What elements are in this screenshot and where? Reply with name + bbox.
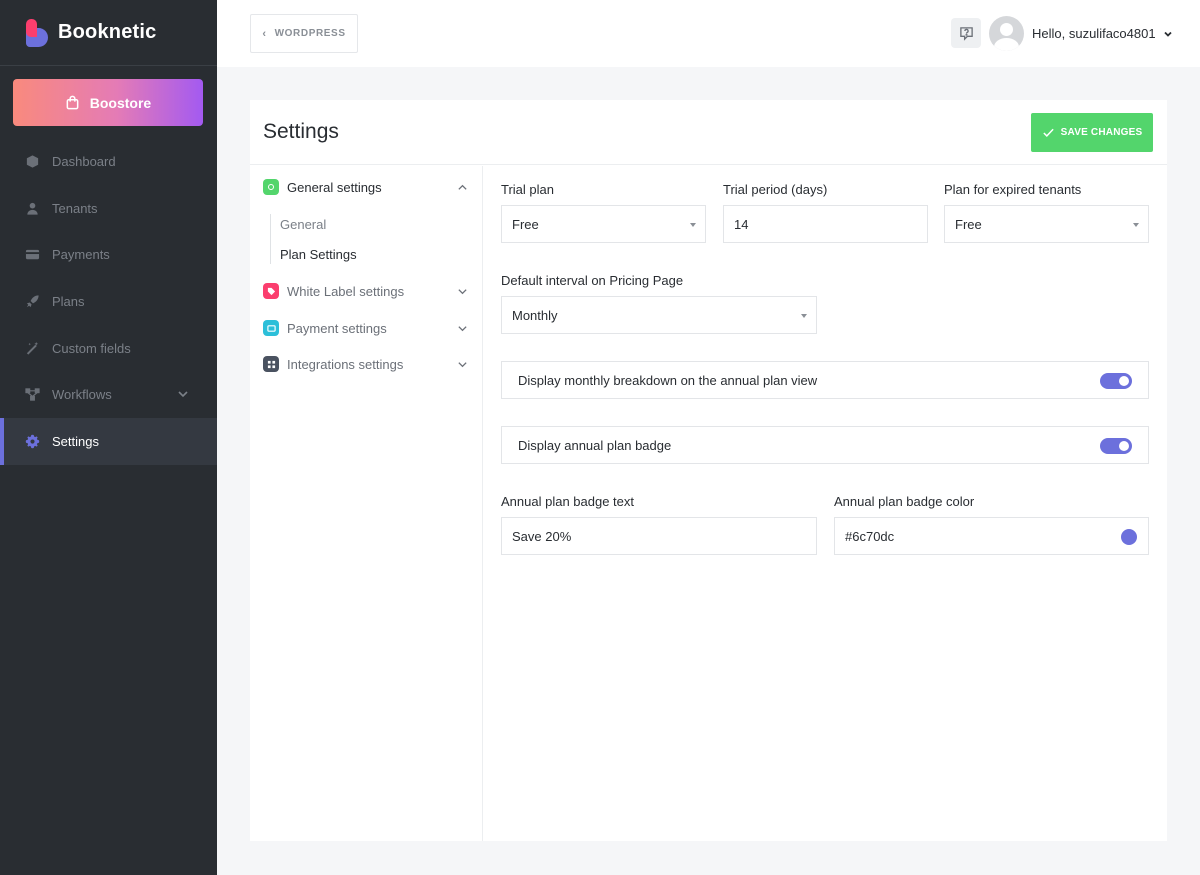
boostore-button[interactable]: Boostore bbox=[13, 79, 203, 126]
credit-card-icon bbox=[25, 250, 40, 260]
sidebar-item-custom-fields[interactable]: Custom fields bbox=[0, 325, 217, 372]
monthly-breakdown-label: Display monthly breakdown on the annual … bbox=[518, 372, 818, 388]
back-to-wordpress-label: WORDPRESS bbox=[274, 28, 346, 39]
sidebar-item-dashboard[interactable]: Dashboard bbox=[0, 138, 217, 185]
brand-name: Booknetic bbox=[58, 21, 157, 43]
sidebar-item-label: Plans bbox=[52, 293, 85, 309]
chevron-down-icon bbox=[1163, 31, 1172, 37]
sidebar-item-label: Dashboard bbox=[52, 153, 116, 169]
monthly-breakdown-toggle[interactable] bbox=[1100, 373, 1132, 389]
submenu-general[interactable]: General bbox=[280, 217, 326, 232]
menu-item-label: Payment settings bbox=[287, 320, 387, 336]
wallet-icon bbox=[263, 320, 279, 336]
save-changes-label: SAVE CHANGES bbox=[1060, 127, 1143, 138]
chevron-up-icon[interactable] bbox=[457, 182, 468, 193]
sidebar-nav: Dashboard Tenants Payments Plans Custom … bbox=[0, 138, 217, 465]
trial-plan-value: Free bbox=[512, 216, 539, 232]
badge-color-label: Annual plan badge color bbox=[834, 494, 975, 509]
menu-payment-settings[interactable]: Payment settings bbox=[263, 320, 468, 336]
user-icon bbox=[27, 202, 38, 215]
expired-plan-value: Free bbox=[955, 216, 982, 232]
sidebar-item-label: Custom fields bbox=[52, 340, 131, 356]
chevron-left-icon: ‹ bbox=[262, 27, 267, 40]
booknetic-logo-icon bbox=[26, 18, 48, 47]
sidebar-item-tenants[interactable]: Tenants bbox=[0, 185, 217, 232]
gear-icon bbox=[263, 179, 279, 195]
sidebar-item-payments[interactable]: Payments bbox=[0, 231, 217, 278]
expired-plan-label: Plan for expired tenants bbox=[944, 182, 1082, 197]
default-interval-value: Monthly bbox=[512, 307, 558, 323]
trial-period-label: Trial period (days) bbox=[723, 182, 828, 197]
sidebar-item-settings[interactable]: Settings bbox=[0, 418, 217, 465]
monthly-breakdown-row: Display monthly breakdown on the annual … bbox=[501, 361, 1149, 399]
menu-item-label: White Label settings bbox=[287, 283, 405, 299]
trial-plan-label: Trial plan bbox=[501, 182, 554, 197]
menu-integrations-settings[interactable]: Integrations settings bbox=[263, 356, 468, 372]
badge-color-value: #6c70dc bbox=[845, 528, 895, 544]
settings-header: Settings SAVE CHANGES bbox=[250, 100, 1167, 165]
trial-plan-select[interactable]: Free bbox=[501, 205, 706, 243]
sidebar-item-workflows[interactable]: Workflows bbox=[0, 371, 217, 418]
brand[interactable]: Booknetic bbox=[0, 0, 217, 66]
dropdown-arrow-icon bbox=[801, 314, 807, 318]
topbar: ‹ WORDPRESS Hello, suzulifaco4801 bbox=[217, 0, 1200, 67]
trial-period-input[interactable]: 14 bbox=[723, 205, 928, 243]
submenu-plan-settings[interactable]: Plan Settings bbox=[280, 247, 357, 262]
sidebar-item-plans[interactable]: Plans bbox=[0, 278, 217, 325]
save-changes-button[interactable]: SAVE CHANGES bbox=[1031, 113, 1153, 152]
dropdown-arrow-icon bbox=[1133, 223, 1139, 227]
tag-icon bbox=[263, 283, 279, 299]
page-title: Settings bbox=[263, 120, 339, 143]
submenu-line bbox=[270, 214, 271, 264]
sidebar-item-label: Workflows bbox=[52, 387, 112, 403]
color-swatch[interactable] bbox=[1121, 529, 1137, 545]
user-menu[interactable]: Hello, suzulifaco4801 bbox=[1032, 26, 1173, 41]
trial-period-value: 14 bbox=[734, 216, 749, 232]
chevron-down-icon[interactable] bbox=[457, 359, 468, 370]
boostore-label: Boostore bbox=[89, 94, 152, 111]
chevron-down-icon[interactable] bbox=[457, 286, 468, 297]
menu-white-label-settings[interactable]: White Label settings bbox=[263, 283, 468, 299]
check-icon bbox=[1042, 128, 1054, 138]
sidebar-item-label: Payments bbox=[52, 247, 110, 263]
workflow-icon bbox=[25, 388, 40, 401]
magic-wand-icon bbox=[26, 341, 39, 355]
shopping-bag-icon bbox=[66, 95, 79, 110]
settings-menu: General settings General Plan Settings W… bbox=[250, 166, 483, 841]
expired-plan-select[interactable]: Free bbox=[944, 205, 1149, 243]
badge-text-input[interactable]: Save 20% bbox=[501, 517, 817, 555]
back-to-wordpress-button[interactable]: ‹ WORDPRESS bbox=[250, 14, 358, 53]
annual-badge-row: Display annual plan badge bbox=[501, 426, 1149, 464]
chevron-down-icon[interactable] bbox=[177, 388, 189, 400]
sidebar-item-label: Tenants bbox=[52, 200, 98, 216]
sidebar-item-label: Settings bbox=[52, 433, 99, 449]
menu-item-label: Integrations settings bbox=[287, 356, 404, 372]
menu-item-label: General settings bbox=[287, 179, 382, 195]
avatar[interactable] bbox=[989, 16, 1024, 51]
default-interval-label: Default interval on Pricing Page bbox=[501, 273, 684, 288]
integrations-icon bbox=[263, 356, 279, 372]
sidebar: Booknetic Boostore Dashboard Tenants Pay… bbox=[0, 0, 217, 875]
annual-badge-label: Display annual plan badge bbox=[518, 437, 672, 453]
badge-text-value: Save 20% bbox=[512, 528, 572, 544]
help-button[interactable] bbox=[951, 18, 981, 48]
badge-text-label: Annual plan badge text bbox=[501, 494, 634, 509]
badge-color-input[interactable]: #6c70dc bbox=[834, 517, 1149, 555]
user-greeting: Hello, suzulifaco4801 bbox=[1032, 26, 1156, 41]
gear-icon bbox=[25, 434, 40, 449]
rocket-icon bbox=[26, 295, 39, 308]
annual-badge-toggle[interactable] bbox=[1100, 438, 1132, 454]
dropdown-arrow-icon bbox=[690, 223, 696, 227]
default-interval-select[interactable]: Monthly bbox=[501, 296, 817, 334]
help-icon bbox=[959, 26, 973, 41]
menu-general-settings[interactable]: General settings bbox=[263, 179, 468, 195]
dashboard-icon bbox=[26, 155, 39, 168]
chevron-down-icon[interactable] bbox=[457, 323, 468, 334]
